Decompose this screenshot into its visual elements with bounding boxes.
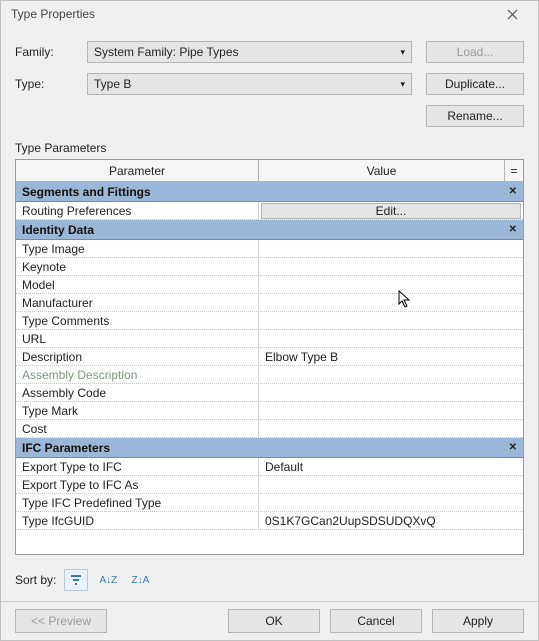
param-label: Model xyxy=(16,276,259,293)
close-icon xyxy=(507,9,518,20)
param-label: Type Mark xyxy=(16,402,259,419)
param-value[interactable]: 0S1K7GCan2UupSDSUDQXvQ xyxy=(259,512,523,529)
row-type-ifcguid[interactable]: Type IfcGUID 0S1K7GCan2UupSDSUDQXvQ xyxy=(16,512,523,530)
param-label: Description xyxy=(16,348,259,365)
param-value[interactable]: Default xyxy=(259,458,523,475)
sort-za-button[interactable]: Z↓A xyxy=(128,569,152,591)
group-label: Identity Data xyxy=(22,223,509,237)
row-model[interactable]: Model xyxy=(16,276,523,294)
grid-body: Segments and Fittings ✕ Routing Preferen… xyxy=(16,182,523,554)
row-type-image[interactable]: Type Image xyxy=(16,240,523,258)
param-label: Assembly Description xyxy=(16,366,259,383)
row-routing-preferences[interactable]: Routing Preferences Edit... xyxy=(16,202,523,220)
sort-za-icon: Z↓A xyxy=(131,575,149,586)
col-equals[interactable]: = xyxy=(505,160,523,181)
load-button: Load... xyxy=(426,41,524,63)
param-value[interactable] xyxy=(259,330,523,347)
group-label: IFC Parameters xyxy=(22,441,509,455)
param-value[interactable] xyxy=(259,494,523,511)
row-manufacturer[interactable]: Manufacturer xyxy=(16,294,523,312)
close-button[interactable] xyxy=(492,1,532,27)
group-identity-data[interactable]: Identity Data ✕ xyxy=(16,220,523,240)
param-value[interactable] xyxy=(259,276,523,293)
chevron-down-icon: ▾ xyxy=(400,47,405,58)
group-segments-and-fittings[interactable]: Segments and Fittings ✕ xyxy=(16,182,523,202)
param-label: Keynote xyxy=(16,258,259,275)
row-export-type-to-ifc-as[interactable]: Export Type to IFC As xyxy=(16,476,523,494)
duplicate-button[interactable]: Duplicate... xyxy=(426,73,524,95)
row-assembly-code[interactable]: Assembly Code xyxy=(16,384,523,402)
type-row: Type: Type B ▾ Duplicate... xyxy=(15,73,524,95)
param-value[interactable] xyxy=(259,312,523,329)
type-parameters-label: Type Parameters xyxy=(15,141,524,155)
type-value: Type B xyxy=(94,77,400,91)
apply-button[interactable]: Apply xyxy=(432,609,524,633)
family-value: System Family: Pipe Types xyxy=(94,45,400,59)
param-value[interactable] xyxy=(259,402,523,419)
row-export-type-to-ifc[interactable]: Export Type to IFC Default xyxy=(16,458,523,476)
grid-header: Parameter Value = xyxy=(16,160,523,182)
param-label: Export Type to IFC xyxy=(16,458,259,475)
row-assembly-description[interactable]: Assembly Description xyxy=(16,366,523,384)
param-label: Type Comments xyxy=(16,312,259,329)
type-label: Type: xyxy=(15,77,79,91)
param-label: Type IfcGUID xyxy=(16,512,259,529)
group-ifc-parameters[interactable]: IFC Parameters ✕ xyxy=(16,438,523,458)
param-label: Type Image xyxy=(16,240,259,257)
param-value[interactable] xyxy=(259,240,523,257)
col-parameter[interactable]: Parameter xyxy=(16,160,259,181)
param-label: Type IFC Predefined Type xyxy=(16,494,259,511)
sort-az-icon: A↓Z xyxy=(99,575,117,586)
row-type-mark[interactable]: Type Mark xyxy=(16,402,523,420)
family-dropdown[interactable]: System Family: Pipe Types ▾ xyxy=(87,41,412,63)
param-value[interactable] xyxy=(259,258,523,275)
sort-by-label: Sort by: xyxy=(15,573,56,587)
rename-row: Rename... xyxy=(15,105,524,127)
row-cost[interactable]: Cost xyxy=(16,420,523,438)
param-value[interactable] xyxy=(259,384,523,401)
row-type-comments[interactable]: Type Comments xyxy=(16,312,523,330)
param-value xyxy=(259,366,523,383)
chevron-down-icon: ▾ xyxy=(400,79,405,90)
sort-by-row: Sort by: A↓Z Z↓A xyxy=(15,569,524,591)
rename-button[interactable]: Rename... xyxy=(426,105,524,127)
param-label: Cost xyxy=(16,420,259,437)
sort-filter-button[interactable] xyxy=(64,569,88,591)
edit-button[interactable]: Edit... xyxy=(261,203,521,219)
collapse-icon: ✕ xyxy=(509,186,517,197)
preview-button[interactable]: << Preview xyxy=(15,609,107,633)
param-label: URL xyxy=(16,330,259,347)
param-value[interactable] xyxy=(259,476,523,493)
param-label: Manufacturer xyxy=(16,294,259,311)
cancel-button[interactable]: Cancel xyxy=(330,609,422,633)
param-value[interactable] xyxy=(259,420,523,437)
title-bar: Type Properties xyxy=(1,1,538,27)
param-label: Assembly Code xyxy=(16,384,259,401)
family-label: Family: xyxy=(15,45,79,59)
family-row: Family: System Family: Pipe Types ▾ Load… xyxy=(15,41,524,63)
dialog-content: Family: System Family: Pipe Types ▾ Load… xyxy=(1,27,538,601)
sort-az-button[interactable]: A↓Z xyxy=(96,569,120,591)
row-type-ifc-predefined-type[interactable]: Type IFC Predefined Type xyxy=(16,494,523,512)
row-url[interactable]: URL xyxy=(16,330,523,348)
collapse-icon: ✕ xyxy=(509,442,517,453)
param-label: Export Type to IFC As xyxy=(16,476,259,493)
param-value[interactable]: Elbow Type B xyxy=(259,348,523,365)
param-value[interactable] xyxy=(259,294,523,311)
col-value[interactable]: Value xyxy=(259,160,505,181)
type-dropdown[interactable]: Type B ▾ xyxy=(87,73,412,95)
group-label: Segments and Fittings xyxy=(22,185,509,199)
type-properties-dialog: Type Properties Family: System Family: P… xyxy=(0,0,539,641)
param-label: Routing Preferences xyxy=(16,202,259,219)
window-title: Type Properties xyxy=(11,7,492,21)
bottom-bar: << Preview OK Cancel Apply xyxy=(1,601,538,640)
collapse-icon: ✕ xyxy=(509,224,517,235)
row-keynote[interactable]: Keynote xyxy=(16,258,523,276)
filter-icon xyxy=(69,573,83,587)
row-description[interactable]: Description Elbow Type B xyxy=(16,348,523,366)
ok-button[interactable]: OK xyxy=(228,609,320,633)
parameters-grid: Parameter Value = Segments and Fittings … xyxy=(15,159,524,555)
